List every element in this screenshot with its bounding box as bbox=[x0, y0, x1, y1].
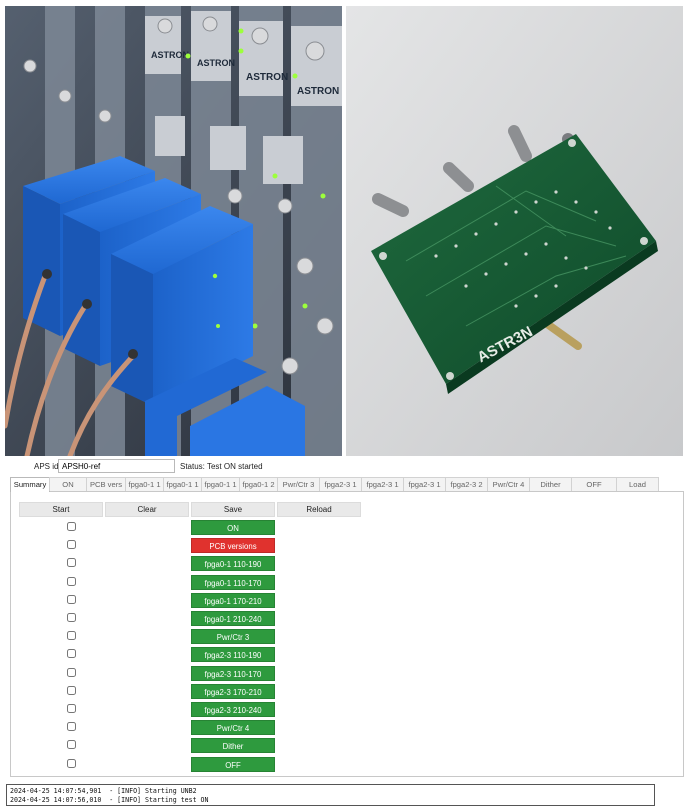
tab-load[interactable]: Load bbox=[616, 477, 659, 491]
summary-panel: Start Clear Save Reload ON PCB versions fp… bbox=[10, 492, 684, 777]
tab-fpga0-1-1[interactable]: fpga0-1 1 bbox=[125, 477, 164, 491]
test-button[interactable]: fpga0-1 210-240 bbox=[191, 611, 275, 626]
log-output[interactable]: 2024-04-25 14:07:54,901 - [INFO] Startin… bbox=[6, 784, 655, 806]
test-button[interactable]: Dither bbox=[191, 738, 275, 754]
test-button[interactable]: fpga2-3 110-190 bbox=[191, 647, 275, 663]
test-checkbox[interactable] bbox=[67, 722, 76, 732]
test-row: fpga2-3 210-240 bbox=[11, 702, 685, 717]
test-button[interactable]: fpga0-1 110-190 bbox=[191, 556, 275, 572]
test-checkbox[interactable] bbox=[67, 667, 76, 677]
tab-fpga2-3-1[interactable]: fpga2-3 1 bbox=[361, 477, 404, 491]
clear-button[interactable]: Clear bbox=[105, 502, 189, 517]
test-row: Pwr/Ctr 3 bbox=[11, 629, 685, 645]
test-checkbox[interactable] bbox=[67, 576, 76, 586]
test-button[interactable]: fpga0-1 170-210 bbox=[191, 592, 275, 608]
test-button[interactable]: fpga2-3 110-170 bbox=[191, 665, 275, 681]
photo-hardware-rack: ASTRON ASTRON ASTRON ASTRON bbox=[5, 6, 342, 456]
test-checkbox[interactable] bbox=[67, 649, 76, 659]
tab-fpga0-1-1[interactable]: fpga0-1 1 bbox=[163, 477, 202, 491]
aps-id-label: APS id bbox=[34, 462, 59, 471]
test-checkbox[interactable] bbox=[67, 594, 76, 604]
test-button[interactable]: ON bbox=[191, 520, 275, 535]
status-text: Status: Test ON started bbox=[180, 462, 263, 471]
tab-fpga2-3-2[interactable]: fpga2-3 2 bbox=[445, 477, 488, 491]
test-row: ON bbox=[11, 520, 685, 535]
test-button[interactable]: PCB versions bbox=[191, 538, 275, 554]
tab-fpga2-3-1[interactable]: fpga2-3 1 bbox=[403, 477, 446, 491]
svg-text:ASTRON: ASTRON bbox=[297, 86, 339, 97]
test-checkbox[interactable] bbox=[67, 540, 76, 550]
test-row: Dither bbox=[11, 738, 685, 754]
tab-pwr-ctr-4[interactable]: Pwr/Ctr 4 bbox=[487, 477, 530, 491]
tab-fpga2-3-1[interactable]: fpga2-3 1 bbox=[319, 477, 362, 491]
svg-text:ASTRON: ASTRON bbox=[151, 50, 189, 60]
tab-pcb-vers[interactable]: PCB vers bbox=[86, 477, 126, 491]
tab-dither[interactable]: Dither bbox=[529, 477, 572, 491]
tab-off[interactable]: OFF bbox=[571, 477, 617, 491]
test-row: fpga0-1 110-170 bbox=[11, 574, 685, 590]
test-row: fpga2-3 170-210 bbox=[11, 683, 685, 699]
tab-summary[interactable]: Summary bbox=[10, 477, 50, 492]
test-checkbox[interactable] bbox=[67, 685, 76, 695]
test-tabs: Summary ON PCB vers fpga0-1 1 fpga0-1 1 fpga0… bbox=[10, 477, 684, 492]
aps-id-row: APS id Status: Test ON started bbox=[0, 459, 690, 475]
tab-pwr-ctr-3[interactable]: Pwr/Ctr 3 bbox=[277, 477, 320, 491]
tab-fpga0-1-2[interactable]: fpga0-1 2 bbox=[239, 477, 278, 491]
test-row: fpga0-1 170-210 bbox=[11, 592, 685, 608]
tab-on[interactable]: ON bbox=[49, 477, 87, 491]
test-checkbox[interactable] bbox=[67, 740, 76, 750]
test-button[interactable]: OFF bbox=[191, 756, 275, 772]
test-checkbox[interactable] bbox=[67, 631, 76, 641]
photo-astron-pcb: ASTR3N bbox=[346, 6, 683, 456]
test-row: fpga0-1 210-240 bbox=[11, 611, 685, 626]
test-button[interactable]: fpga0-1 110-170 bbox=[191, 574, 275, 590]
test-checkbox[interactable] bbox=[67, 522, 76, 531]
test-button[interactable]: fpga2-3 210-240 bbox=[191, 702, 275, 717]
test-row: PCB versions bbox=[11, 538, 685, 554]
test-row: fpga2-3 110-170 bbox=[11, 665, 685, 681]
test-row: OFF bbox=[11, 756, 685, 772]
start-button[interactable]: Start bbox=[19, 502, 103, 517]
aps-id-input[interactable] bbox=[58, 459, 175, 473]
test-checkbox[interactable] bbox=[67, 758, 76, 768]
reload-button[interactable]: Reload bbox=[277, 502, 361, 517]
save-button[interactable]: Save bbox=[191, 502, 275, 517]
pcb-illustration: ASTR3N bbox=[346, 6, 683, 456]
log-line: 2024-04-25 14:07:54,901 - [INFO] Startin… bbox=[10, 787, 197, 795]
test-row: Pwr/Ctr 4 bbox=[11, 720, 685, 736]
test-checkbox[interactable] bbox=[67, 613, 76, 622]
test-row: fpga2-3 110-190 bbox=[11, 647, 685, 663]
rack-illustration: ASTRON ASTRON ASTRON ASTRON bbox=[5, 6, 342, 456]
test-row: fpga0-1 110-190 bbox=[11, 556, 685, 572]
test-checkbox[interactable] bbox=[67, 558, 76, 568]
svg-text:ASTRON: ASTRON bbox=[246, 72, 288, 83]
test-checkbox[interactable] bbox=[67, 704, 76, 713]
test-button[interactable]: fpga2-3 170-210 bbox=[191, 683, 275, 699]
test-button[interactable]: Pwr/Ctr 3 bbox=[191, 629, 275, 645]
tab-fpga0-1-1[interactable]: fpga0-1 1 bbox=[201, 477, 240, 491]
test-button[interactable]: Pwr/Ctr 4 bbox=[191, 720, 275, 736]
svg-text:ASTRON: ASTRON bbox=[197, 58, 235, 68]
